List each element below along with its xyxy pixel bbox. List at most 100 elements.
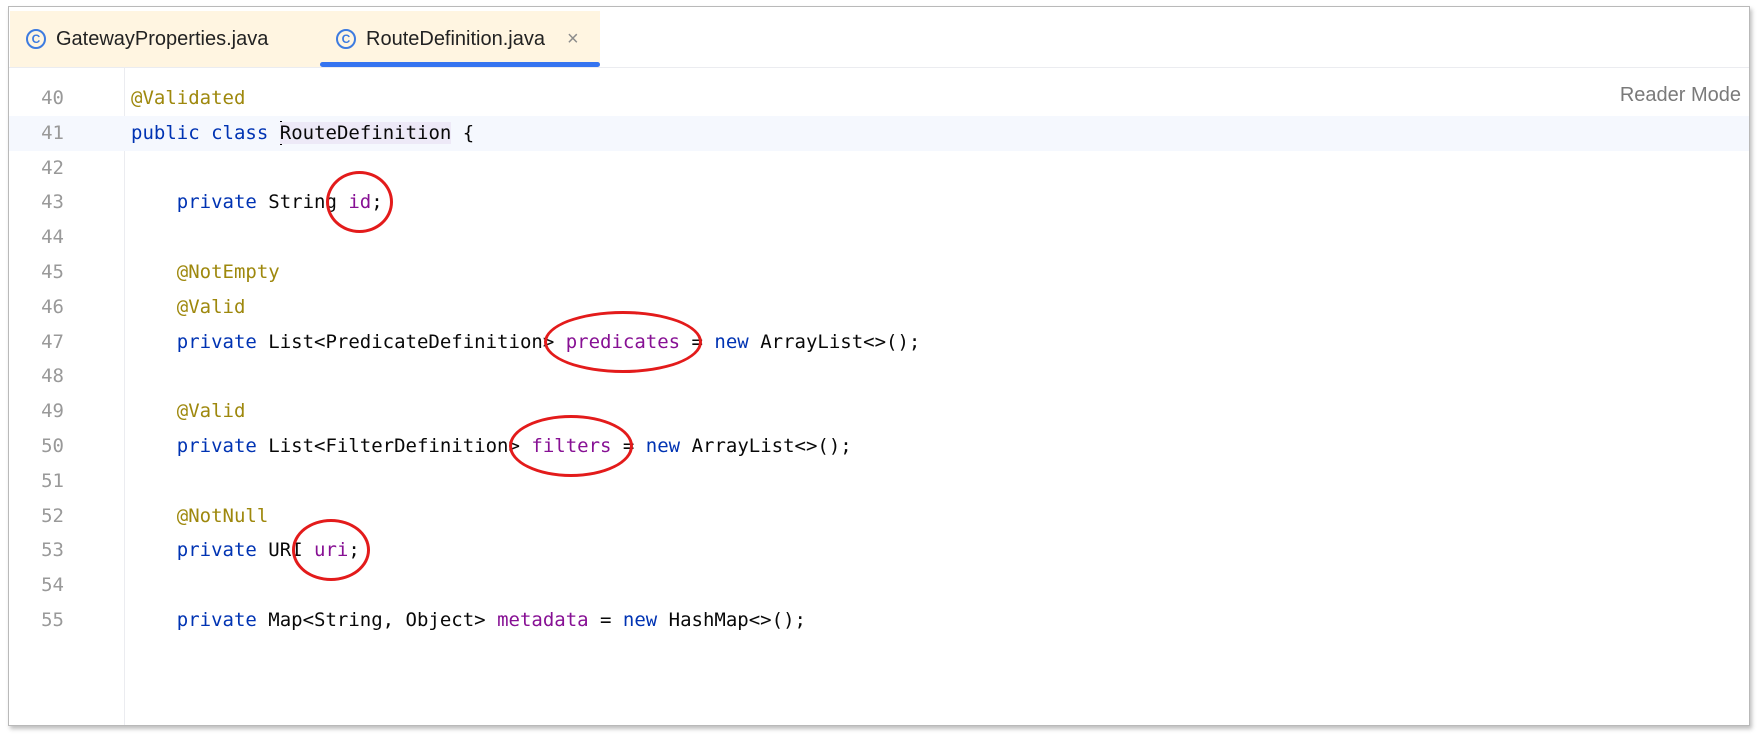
field-name-token: metadata <box>497 609 589 631</box>
class-icon: C <box>26 29 46 49</box>
code-token: URI <box>256 539 315 562</box>
keyword-token: new <box>622 609 658 631</box>
keyword-token: class <box>211 121 269 144</box>
code-token: List<FilterDefinition> <box>256 435 532 457</box>
code-token: ; <box>348 539 360 562</box>
code-token: ArrayList<>(); <box>680 435 852 457</box>
active-tab-indicator <box>320 62 600 67</box>
annotation-token: @NotNull <box>176 504 269 527</box>
field-name-token: uri <box>314 539 349 562</box>
code-editor[interactable]: Reader Mode 40 @Validated 41 public class R… <box>9 68 1749 725</box>
line-number: 52 <box>41 504 64 527</box>
code-text: private List<FilterDefinition> filters =… <box>131 429 852 464</box>
line-number: 48 <box>41 365 64 388</box>
annotation-token: @NotEmpty <box>176 261 280 283</box>
tab-route-definition[interactable]: C RouteDefinition.java × <box>320 11 600 67</box>
class-name-token: RouteDefinition <box>279 121 452 144</box>
code-line: 46 @Valid <box>9 290 1749 325</box>
code-line: 51 <box>9 464 1749 499</box>
code-text: @Validated <box>131 81 245 116</box>
annotation-token: @Validated <box>131 87 246 109</box>
code-line: 50 private List<FilterDefinition> filter… <box>9 429 1749 464</box>
line-number: 44 <box>41 226 64 249</box>
code-token: = <box>588 609 623 631</box>
line-number: 40 <box>41 87 64 109</box>
code-token: ; <box>371 191 383 214</box>
line-number: 45 <box>41 261 64 283</box>
code-text: @NotEmpty <box>131 255 280 290</box>
annotation-token: @Valid <box>176 295 246 318</box>
line-number: 53 <box>41 539 64 562</box>
keyword-token: private <box>176 539 257 562</box>
line-number: 47 <box>41 330 64 353</box>
line-number: 42 <box>41 156 64 179</box>
code-text: @NotNull <box>131 499 269 534</box>
line-number: 50 <box>41 435 64 457</box>
code-token: List<PredicateDefinition> <box>256 330 566 353</box>
field-name-token: id <box>348 191 372 214</box>
code-token: String <box>256 191 349 214</box>
code-line: 45 @NotEmpty <box>9 255 1749 290</box>
code-token: { <box>451 121 475 144</box>
field-name-token: predicates <box>565 330 681 353</box>
code-line: 55 private Map<String, Object> metadata … <box>9 603 1749 638</box>
code-token: ArrayList<>(); <box>748 330 921 353</box>
code-line: 42 <box>9 151 1749 186</box>
editor-tab-bar: C GatewayProperties.java C RouteDefiniti… <box>9 7 1749 68</box>
line-number: 41 <box>41 121 64 144</box>
line-number: 43 <box>41 191 64 214</box>
code-text: public class RouteDefinition { <box>131 116 474 151</box>
field-name-token: filters <box>531 435 612 457</box>
ide-window: C GatewayProperties.java C RouteDefiniti… <box>8 6 1750 726</box>
code-line: 48 <box>9 359 1749 394</box>
code-line: 53 private URI uri; <box>9 533 1749 568</box>
tab-gateway-properties[interactable]: C GatewayProperties.java <box>10 11 320 67</box>
annotation-token: @Valid <box>176 400 246 423</box>
code-line: 47 private List<PredicateDefinition> pre… <box>9 325 1749 360</box>
code-token: Map<String, Object> <box>256 609 498 631</box>
line-number: 49 <box>41 400 64 423</box>
keyword-token: new <box>714 330 749 353</box>
line-number: 46 <box>41 295 64 318</box>
line-number: 55 <box>41 609 64 631</box>
line-number: 51 <box>41 469 64 492</box>
code-line: 49 @Valid <box>9 394 1749 429</box>
tab-label: RouteDefinition.java <box>366 27 545 50</box>
code-text: private String id; <box>131 185 383 220</box>
code-line: 54 <box>9 568 1749 603</box>
class-icon: C <box>336 29 356 49</box>
close-icon[interactable]: × <box>567 28 579 51</box>
code-text: private List<PredicateDefinition> predic… <box>131 325 921 360</box>
keyword-token: private <box>176 191 257 214</box>
code-line: 43 private String id; <box>9 185 1749 220</box>
tab-label: GatewayProperties.java <box>56 27 269 50</box>
code-line: 40 @Validated <box>9 81 1749 116</box>
code-token: = <box>680 330 715 353</box>
keyword-token: private <box>176 330 257 353</box>
keyword-token: private <box>176 609 257 631</box>
code-line: 44 <box>9 220 1749 255</box>
code-token: = <box>611 435 646 457</box>
code-text: @Valid <box>131 394 246 429</box>
code-text: private Map<String, Object> metadata = n… <box>131 603 806 638</box>
code-text: @Valid <box>131 290 246 325</box>
code-text: private URI uri; <box>131 533 360 568</box>
line-number: 54 <box>41 574 64 597</box>
keyword-token: private <box>176 435 257 457</box>
keyword-token: new <box>645 435 681 457</box>
code-line: 52 @NotNull <box>9 499 1749 534</box>
keyword-token: public <box>131 121 200 144</box>
code-line: 41 public class RouteDefinition { <box>9 115 1749 151</box>
code-token: HashMap<>(); <box>657 609 806 631</box>
